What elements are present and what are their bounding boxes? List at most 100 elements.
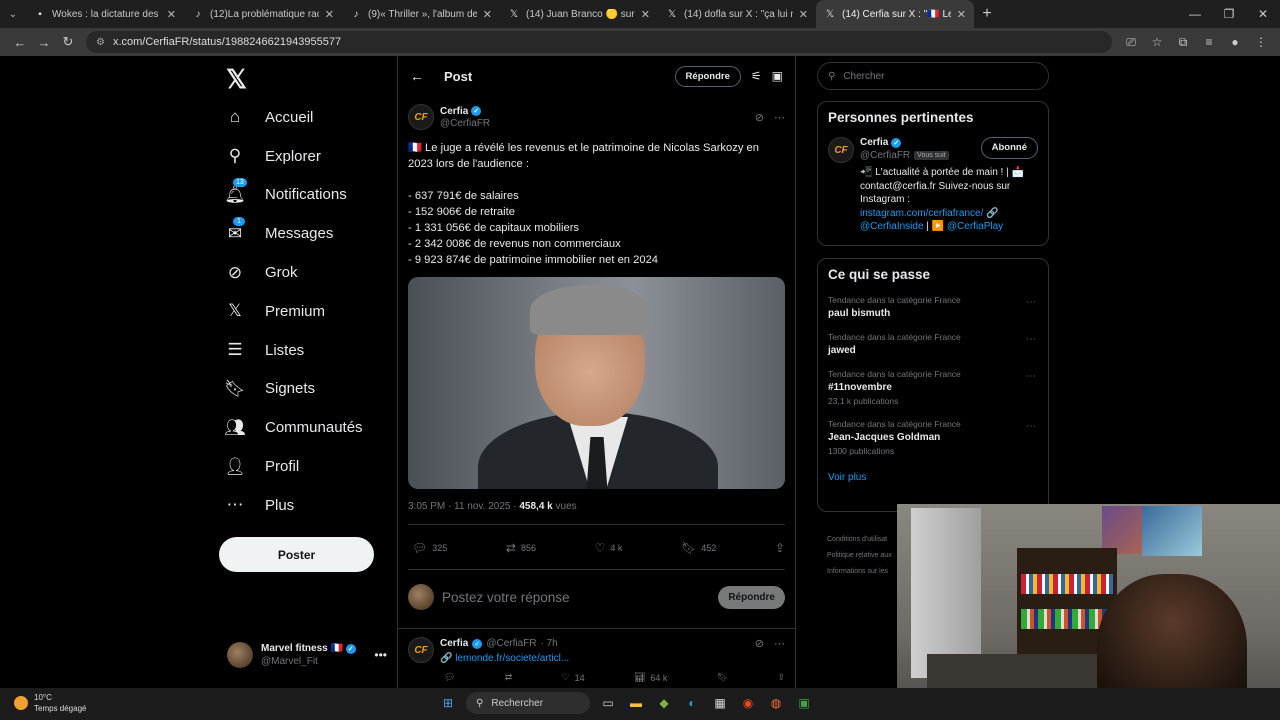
browser-tab[interactable]: ▪ Wokes : la dictature des bien-p ✕ bbox=[26, 0, 184, 28]
extensions-icon[interactable]: ⧉ bbox=[1172, 35, 1194, 50]
author-name[interactable]: Cerfia ✓ bbox=[440, 106, 490, 117]
sidebar-icon[interactable]: ≡ bbox=[1198, 35, 1220, 50]
footer-link[interactable]: Informations sur les bbox=[827, 564, 897, 580]
reload-icon[interactable]: ↻ bbox=[56, 34, 80, 50]
nav-item-accueil[interactable]: ⌂ Accueil bbox=[226, 98, 388, 137]
more-icon[interactable]: ⋯ bbox=[1026, 297, 1036, 308]
reply-header-button[interactable]: Répondre bbox=[674, 65, 741, 87]
task-view-icon[interactable]: ▭ bbox=[598, 693, 618, 713]
file-explorer-icon[interactable]: ▬ bbox=[626, 693, 646, 713]
reply-action[interactable]: 💬︎ 325 bbox=[412, 541, 447, 555]
reply-author-handle[interactable]: @CerfiaFR bbox=[486, 638, 536, 649]
cerfia-avatar[interactable]: CF bbox=[408, 637, 434, 663]
reader-view-icon[interactable]: ▣ bbox=[772, 69, 783, 83]
browser-tab[interactable]: ♪ (9)« Thriller », l'album de Mich ✕ bbox=[342, 0, 500, 28]
post-timestamp[interactable]: 3:05 PM · 11 nov. 2025 · bbox=[408, 501, 519, 512]
close-tab-icon[interactable]: ✕ bbox=[799, 8, 808, 21]
x-logo[interactable]: 𝕏 bbox=[226, 64, 388, 98]
back-icon[interactable]: ← bbox=[8, 35, 32, 50]
close-window-icon[interactable]: ✕ bbox=[1246, 0, 1280, 28]
chrome-icon[interactable]: ◉ bbox=[738, 693, 758, 713]
weather-widget[interactable]: 10°C Temps dégagé bbox=[14, 692, 86, 714]
forward-icon[interactable]: → bbox=[32, 35, 56, 50]
repost-action[interactable]: ⇄ bbox=[505, 672, 513, 683]
nvidia-icon[interactable]: ◆ bbox=[654, 693, 674, 713]
nav-item-listes[interactable]: ☰ Listes bbox=[226, 331, 388, 370]
more-icon[interactable]: ⋯ bbox=[774, 111, 785, 124]
nav-item-notifications[interactable]: 🔔︎ 13 Notifications bbox=[224, 176, 388, 215]
trend-item[interactable]: Tendance dans la catégorie France #11nove… bbox=[828, 369, 1038, 406]
taskbar-search[interactable]: ⚲ Rechercher bbox=[466, 692, 590, 714]
share-action[interactable]: ⇪ bbox=[775, 541, 785, 555]
relevant-handle[interactable]: @CerfiaFR bbox=[860, 150, 910, 161]
cerfia-avatar[interactable]: CF bbox=[828, 137, 854, 163]
nav-item-plus[interactable]: ⋯ Plus bbox=[226, 486, 388, 525]
browser-tab[interactable]: ♪ (12)La problématique raciste de ✕ bbox=[184, 0, 342, 28]
repost-action[interactable]: ⇄ 856 bbox=[506, 541, 536, 555]
browser-tab[interactable]: 𝕏 (14) Cerfia sur X : "🇫🇷 Le juge a ✕ bbox=[816, 0, 974, 28]
like-action[interactable]: ♡ 14 bbox=[562, 672, 585, 683]
browser-tab[interactable]: 𝕏 (14) dofla sur X : "ça lui manqu ✕ bbox=[658, 0, 816, 28]
views-action[interactable]: 📊︎ 64 k bbox=[634, 672, 667, 683]
firefox-icon[interactable]: ◍ bbox=[766, 693, 786, 713]
site-info-icon[interactable]: ⚙ bbox=[96, 37, 105, 48]
edge-icon[interactable]: ◐ bbox=[682, 693, 702, 713]
maximize-icon[interactable]: ❐ bbox=[1212, 0, 1246, 28]
cerfia-avatar[interactable]: CF bbox=[408, 104, 434, 130]
more-icon[interactable]: ⋯ bbox=[1026, 334, 1036, 345]
reply-action[interactable]: 💬︎ bbox=[444, 672, 455, 683]
tab-list-button[interactable]: ⌄ bbox=[0, 0, 26, 28]
footer-link[interactable]: Politique relative aux bbox=[827, 548, 897, 564]
see-more-link[interactable]: Voir plus bbox=[828, 472, 1038, 483]
url-field[interactable]: ⚙ x.com/CerfiaFR/status/1988246621943955… bbox=[86, 31, 1112, 53]
browser-menu-icon[interactable]: ⋮ bbox=[1250, 35, 1272, 50]
nav-item-explorer[interactable]: ⚲ Explorer bbox=[226, 137, 388, 176]
trend-item[interactable]: Tendance dans la catégorie France paul bi… bbox=[828, 295, 1038, 319]
app-icon[interactable]: ▣ bbox=[794, 693, 814, 713]
bookmark-action[interactable]: 🔖︎ bbox=[717, 672, 728, 683]
filter-icon[interactable]: ⚟ bbox=[751, 69, 762, 83]
post-image[interactable] bbox=[408, 277, 785, 489]
nav-item-grok[interactable]: ⊘ Grok bbox=[226, 253, 388, 292]
more-icon[interactable]: ••• bbox=[374, 648, 387, 662]
windows-start-icon[interactable]: ⊞ bbox=[438, 693, 458, 713]
reply-post[interactable]: CF Cerfia ✓ @CerfiaFR · 7h ⊘ ⋯ 🔗 lemonde.… bbox=[398, 629, 795, 664]
star-icon[interactable]: ☆ bbox=[1146, 35, 1168, 50]
account-switcher[interactable]: Marvel fitness 🇫🇷 ✓ @Marvel_Fit ••• bbox=[227, 642, 387, 668]
nav-item-profil[interactable]: 👤︎ Profil bbox=[224, 447, 388, 486]
grok-icon[interactable]: ⊘ bbox=[755, 111, 764, 124]
reply-author-name[interactable]: Cerfia bbox=[440, 638, 468, 649]
reply-input[interactable]: Postez votre réponse bbox=[442, 590, 570, 605]
search-input[interactable]: ⚲ Chercher bbox=[817, 62, 1049, 90]
close-tab-icon[interactable]: ✕ bbox=[641, 8, 650, 21]
browser-tab[interactable]: 𝕏 (14) Juan Branco 🟡 sur X : "La ✕ bbox=[500, 0, 658, 28]
close-tab-icon[interactable]: ✕ bbox=[167, 8, 176, 21]
close-tab-icon[interactable]: ✕ bbox=[483, 8, 492, 21]
footer-link[interactable]: Conditions d'utilisat bbox=[827, 532, 897, 548]
new-tab-button[interactable]: + bbox=[974, 5, 1000, 23]
profile-avatar-icon[interactable]: ● bbox=[1224, 35, 1246, 50]
cast-icon[interactable]: ⎚ bbox=[1120, 35, 1142, 50]
nav-item-communautés[interactable]: 👥︎ Communautés bbox=[224, 408, 388, 447]
author-handle[interactable]: @CerfiaFR bbox=[440, 118, 490, 129]
grok-icon[interactable]: ⊘ bbox=[755, 637, 764, 650]
bio-play-link[interactable]: @CerfiaPlay bbox=[947, 221, 1003, 232]
like-action[interactable]: ♡ 4 k bbox=[595, 541, 623, 555]
nav-item-messages[interactable]: ✉ 1 Messages bbox=[226, 214, 388, 253]
nav-item-signets[interactable]: 🔖︎ Signets bbox=[224, 370, 388, 409]
reply-submit-button[interactable]: Répondre bbox=[718, 585, 785, 609]
reply-link[interactable]: 🔗 lemonde.fr/societe/articl... bbox=[440, 653, 785, 664]
bio-instagram-link[interactable]: instagram.com/cerfiafrance/ bbox=[860, 208, 983, 219]
more-icon[interactable]: ⋯ bbox=[774, 637, 785, 650]
more-icon[interactable]: ⋯ bbox=[1026, 421, 1036, 432]
trend-item[interactable]: Tendance dans la catégorie France Jean-Ja… bbox=[828, 419, 1038, 456]
close-tab-icon[interactable]: ✕ bbox=[325, 8, 334, 21]
trend-item[interactable]: Tendance dans la catégorie France jawed ⋯ bbox=[828, 332, 1038, 356]
close-tab-icon[interactable]: ✕ bbox=[957, 8, 966, 21]
relevant-name[interactable]: Cerfia ✓ bbox=[860, 137, 981, 148]
share-action[interactable]: ⇪ bbox=[777, 672, 785, 683]
more-icon[interactable]: ⋯ bbox=[1026, 371, 1036, 382]
bookmark-action[interactable]: 🔖︎ 452 bbox=[681, 541, 716, 555]
following-button[interactable]: Abonné bbox=[980, 137, 1038, 159]
store-icon[interactable]: ▦ bbox=[710, 693, 730, 713]
